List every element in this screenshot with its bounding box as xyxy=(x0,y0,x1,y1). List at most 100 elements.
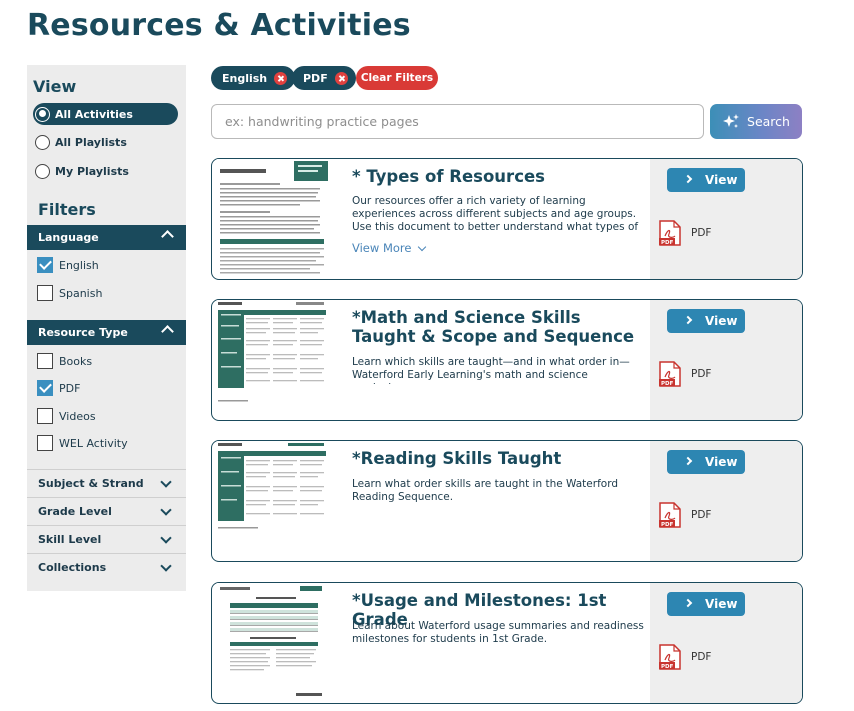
view-option-label: All Playlists xyxy=(55,135,127,149)
resource-title[interactable]: *Math and Science Skills Taught & Scope … xyxy=(352,308,642,346)
checkbox-checked-icon[interactable] xyxy=(37,380,53,396)
filter-grade-level-toggle[interactable]: Grade Level xyxy=(27,497,186,525)
filter-option-label: Spanish xyxy=(59,286,103,300)
filter-option-wel-activity[interactable]: WEL Activity xyxy=(37,433,128,453)
file-type-label: PDF xyxy=(691,227,712,239)
filter-skill-level-toggle[interactable]: Skill Level xyxy=(27,525,186,553)
chevron-down-icon xyxy=(418,242,427,251)
radio-icon xyxy=(35,134,50,150)
chip-label: English xyxy=(222,71,268,85)
resource-thumbnail[interactable] xyxy=(216,583,328,701)
checkbox-checked-icon[interactable] xyxy=(37,257,53,273)
checkbox-icon[interactable] xyxy=(37,285,53,301)
filter-subject-strand-toggle[interactable]: Subject & Strand xyxy=(27,469,186,497)
active-filter-chip-pdf[interactable]: PDF xyxy=(292,66,356,90)
filters-heading: Filters xyxy=(38,200,96,219)
chevron-up-icon xyxy=(161,325,174,338)
pdf-file-icon: PDF xyxy=(659,502,681,528)
card-actions: View PDF PDF xyxy=(650,441,802,561)
svg-text:PDF: PDF xyxy=(661,664,674,670)
filter-option-books[interactable]: Books xyxy=(37,351,92,371)
resource-title[interactable]: *Reading Skills Taught xyxy=(352,449,642,468)
sparkle-icon xyxy=(723,113,740,128)
page-title: Resources & Activities xyxy=(27,8,411,43)
view-button-label: View xyxy=(705,597,738,611)
result-card: *Usage and Milestones: 1st Grade Learn a… xyxy=(211,582,803,704)
pdf-download-link[interactable]: PDF PDF xyxy=(659,361,711,387)
pdf-download-link[interactable]: PDF PDF xyxy=(659,502,711,528)
filter-option-label: PDF xyxy=(59,381,81,395)
filter-option-spanish[interactable]: Spanish xyxy=(37,283,102,303)
file-type-label: PDF xyxy=(691,509,712,521)
filter-option-label: WEL Activity xyxy=(59,436,128,450)
checkbox-icon[interactable] xyxy=(37,435,53,451)
chevron-right-icon xyxy=(683,456,693,466)
view-button[interactable]: View xyxy=(667,592,745,616)
filter-option-label: Videos xyxy=(59,409,96,423)
svg-text:PDF: PDF xyxy=(661,522,674,528)
view-button-label: View xyxy=(705,314,738,328)
file-type-label: PDF xyxy=(691,651,712,663)
view-button[interactable]: View xyxy=(667,168,745,192)
result-card: *Reading Skills Taught Learn what order … xyxy=(211,440,803,562)
file-type-label: PDF xyxy=(691,368,712,380)
view-button-label: View xyxy=(705,173,738,187)
filter-resource-type-toggle[interactable]: Resource Type xyxy=(27,320,186,345)
view-option-all-activities[interactable]: All Activities xyxy=(33,103,178,125)
close-icon[interactable] xyxy=(274,71,288,85)
filter-option-videos[interactable]: Videos xyxy=(37,406,96,426)
view-more-link[interactable]: View More xyxy=(352,241,427,255)
resource-thumbnail[interactable] xyxy=(216,441,328,559)
checkbox-icon[interactable] xyxy=(37,408,53,424)
pdf-file-icon: PDF xyxy=(659,644,681,670)
pdf-file-icon: PDF xyxy=(659,220,681,246)
filter-option-label: English xyxy=(59,258,99,272)
filter-label: Grade Level xyxy=(38,505,112,518)
search-input[interactable] xyxy=(211,104,704,139)
chip-label: PDF xyxy=(303,71,328,85)
chevron-down-icon xyxy=(160,532,172,544)
chevron-right-icon xyxy=(683,174,693,184)
resource-thumbnail[interactable] xyxy=(216,300,328,418)
search-button[interactable]: Search xyxy=(710,104,802,139)
pdf-download-link[interactable]: PDF PDF xyxy=(659,220,711,246)
filter-label: Resource Type xyxy=(38,326,128,339)
close-icon[interactable] xyxy=(334,71,348,85)
view-heading: View xyxy=(33,77,77,96)
chevron-right-icon xyxy=(683,315,693,325)
result-card: * Types of Resources Our resources offer… xyxy=(211,158,803,280)
view-option-label: All Activities xyxy=(55,107,133,121)
view-button[interactable]: View xyxy=(667,309,745,333)
card-actions: View PDF PDF xyxy=(650,300,802,420)
filter-collections-toggle[interactable]: Collections xyxy=(27,553,186,581)
checkbox-icon[interactable] xyxy=(37,353,53,369)
search-button-label: Search xyxy=(747,114,790,129)
chevron-down-icon xyxy=(160,476,172,488)
filter-label: Language xyxy=(38,231,99,244)
filter-label: Subject & Strand xyxy=(38,477,144,490)
view-option-my-playlists[interactable]: My Playlists xyxy=(33,160,178,182)
clear-filters-button[interactable]: Clear Filters xyxy=(356,66,438,90)
view-more-label: View More xyxy=(352,241,412,255)
filter-language-toggle[interactable]: Language xyxy=(27,225,186,250)
resource-title[interactable]: * Types of Resources xyxy=(352,167,642,186)
chevron-down-icon xyxy=(160,504,172,516)
resource-thumbnail[interactable] xyxy=(216,159,328,277)
resource-description: Learn what order skills are taught in th… xyxy=(352,478,618,503)
filter-label: Collections xyxy=(38,561,107,574)
active-filter-chip-english[interactable]: English xyxy=(211,66,296,90)
view-button-label: View xyxy=(705,455,738,469)
radio-icon xyxy=(35,163,50,179)
chevron-up-icon xyxy=(161,230,174,243)
pdf-download-link[interactable]: PDF PDF xyxy=(659,644,711,670)
filter-option-english[interactable]: English xyxy=(37,255,99,275)
view-option-all-playlists[interactable]: All Playlists xyxy=(33,131,178,153)
result-card: *Math and Science Skills Taught & Scope … xyxy=(211,299,803,421)
resource-description: Learn about Waterford usage summaries an… xyxy=(352,620,644,645)
view-button[interactable]: View xyxy=(667,450,745,474)
filter-option-pdf[interactable]: PDF xyxy=(37,378,80,398)
svg-text:PDF: PDF xyxy=(661,381,674,387)
card-actions: View PDF PDF xyxy=(650,583,802,703)
pdf-file-icon: PDF xyxy=(659,361,681,387)
radio-selected-icon xyxy=(35,106,50,122)
